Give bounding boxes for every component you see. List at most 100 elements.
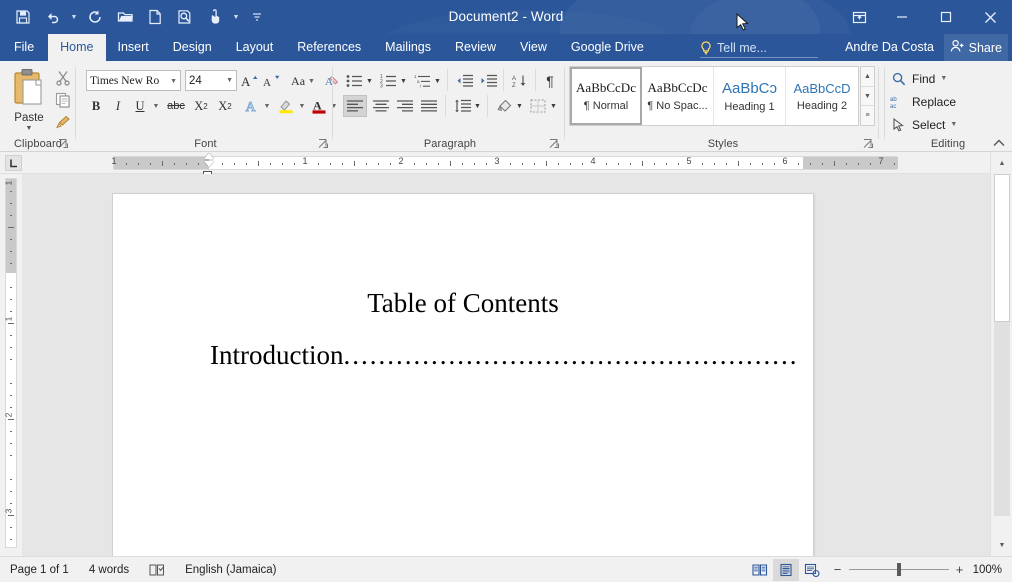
font-color-icon[interactable]: A (308, 95, 330, 117)
bold-icon[interactable]: B (86, 95, 106, 117)
subscript-icon[interactable]: X2 (190, 95, 212, 117)
underline-icon[interactable]: U (130, 95, 150, 117)
numbering-dropdown-icon[interactable]: ▼ (398, 70, 409, 92)
proofing-errors-icon[interactable] (139, 563, 175, 577)
paste-button[interactable]: Paste ▼ (6, 67, 52, 139)
show-formatting-marks-icon[interactable]: ¶ (539, 70, 561, 92)
first-line-indent-marker[interactable] (204, 153, 214, 159)
copy-icon[interactable] (52, 89, 74, 111)
web-layout-button[interactable] (799, 559, 825, 581)
font-size-combo[interactable]: 24 ▼ (185, 70, 237, 91)
restore-icon[interactable] (924, 0, 968, 34)
shading-dropdown-icon[interactable]: ▼ (514, 95, 525, 117)
tab-file[interactable]: File (0, 34, 49, 61)
tab-mailings[interactable]: Mailings (373, 34, 443, 61)
text-effects-dropdown-icon[interactable]: ▼ (261, 95, 273, 117)
text-effects-icon[interactable]: A (242, 95, 262, 117)
font-size-dropdown-icon[interactable]: ▼ (223, 77, 233, 84)
clipboard-dialog-launcher[interactable] (58, 138, 69, 149)
italic-icon[interactable]: I (108, 95, 128, 117)
decrease-indent-icon[interactable] (453, 70, 475, 92)
tab-view[interactable]: View (508, 34, 559, 61)
word-count[interactable]: 4 words (79, 564, 139, 576)
horizontal-ruler[interactable]: 1 1 2 3 4 5 6 7 (0, 152, 1012, 177)
style-item-heading-1[interactable]: AaBbCɔ Heading 1 (714, 67, 786, 125)
select-button[interactable]: Select ▼ (890, 113, 957, 136)
print-layout-button[interactable] (772, 558, 799, 581)
paste-dropdown-icon[interactable]: ▼ (26, 125, 33, 132)
paragraph-dialog-launcher[interactable] (549, 138, 560, 149)
cut-icon[interactable] (52, 67, 74, 89)
share-button[interactable]: Share (943, 34, 1008, 61)
change-case-icon[interactable]: Aa ▼ (288, 70, 318, 92)
minimize-icon[interactable] (880, 0, 924, 34)
styles-more-icon[interactable]: ≡ (861, 106, 874, 125)
read-mode-button[interactable] (747, 559, 773, 581)
style-item-heading-2[interactable]: AaBbCcD Heading 2 (786, 67, 858, 125)
language-indicator[interactable]: English (Jamaica) (175, 564, 286, 576)
zoom-slider[interactable]: − + (825, 562, 973, 577)
styles-scroll-up-icon[interactable]: ▲ (861, 67, 874, 87)
tab-references[interactable]: References (285, 34, 373, 61)
style-item-no-spacing[interactable]: AaBbCcDc ¶ No Spac... (642, 67, 714, 125)
styles-scroll-down-icon[interactable]: ▼ (861, 87, 874, 107)
align-center-icon[interactable] (369, 95, 393, 117)
replace-button[interactable]: ab ac Replace (890, 90, 956, 113)
tab-review[interactable]: Review (443, 34, 508, 61)
tab-insert[interactable]: Insert (106, 34, 161, 61)
grow-font-icon[interactable]: A (240, 70, 260, 92)
superscript-icon[interactable]: X2 (214, 95, 236, 117)
shading-icon[interactable] (493, 95, 515, 117)
zoom-handle[interactable] (896, 563, 901, 576)
tab-home[interactable]: Home (48, 34, 106, 61)
line-spacing-dropdown-icon[interactable]: ▼ (472, 95, 483, 117)
sort-icon[interactable]: AZ (509, 70, 531, 92)
find-button[interactable]: Find ▼ (890, 67, 947, 90)
bullets-dropdown-icon[interactable]: ▼ (364, 70, 375, 92)
find-dropdown-icon[interactable]: ▼ (940, 75, 947, 82)
document-page[interactable]: Table of Contents Introduction .........… (113, 194, 813, 556)
highlight-dropdown-icon[interactable]: ▼ (296, 95, 308, 117)
font-name-dropdown-icon[interactable]: ▼ (167, 77, 177, 85)
scroll-down-icon[interactable]: ▼ (994, 537, 1010, 553)
align-left-icon[interactable] (343, 95, 367, 117)
justify-icon[interactable] (417, 95, 441, 117)
text-highlight-color-icon[interactable] (275, 95, 297, 117)
account-name[interactable]: Andre Da Costa (845, 34, 934, 61)
select-dropdown-icon[interactable]: ▼ (950, 121, 957, 128)
zoom-level[interactable]: 100% (973, 564, 1012, 576)
strikethrough-icon[interactable]: abc (164, 95, 188, 117)
document-canvas[interactable]: Table of Contents Introduction .........… (22, 174, 990, 556)
left-tab-stop-icon[interactable] (5, 155, 22, 171)
font-dialog-launcher[interactable] (318, 138, 329, 149)
format-painter-icon[interactable] (52, 111, 74, 133)
borders-icon[interactable] (527, 95, 549, 117)
vertical-ruler-track[interactable]: 1 1 2 3 (5, 178, 17, 548)
font-name-combo[interactable]: Times New Ro ▼ (86, 70, 181, 91)
hanging-indent-marker[interactable] (204, 161, 214, 167)
zoom-in-button[interactable]: + (955, 562, 965, 577)
tab-design[interactable]: Design (161, 34, 224, 61)
collapse-ribbon-icon[interactable] (992, 136, 1006, 150)
scroll-up-icon[interactable]: ▲ (994, 155, 1010, 171)
align-right-icon[interactable] (393, 95, 417, 117)
line-spacing-icon[interactable] (451, 95, 473, 117)
numbering-icon[interactable]: 123 (377, 70, 399, 92)
zoom-out-button[interactable]: − (833, 562, 843, 577)
vertical-ruler[interactable]: 1 1 2 3 (0, 174, 22, 556)
styles-dialog-launcher[interactable] (863, 138, 874, 149)
style-item-normal[interactable]: AaBbCcDc ¶ Normal (570, 67, 642, 125)
increase-indent-icon[interactable] (477, 70, 499, 92)
vertical-scrollbar[interactable]: ▲ ▼ (990, 152, 1012, 556)
close-icon[interactable] (968, 0, 1012, 34)
scrollbar-track[interactable] (994, 322, 1010, 516)
ribbon-display-options-icon[interactable] (838, 0, 880, 34)
underline-dropdown-icon[interactable]: ▼ (150, 95, 162, 117)
page-indicator[interactable]: Page 1 of 1 (0, 564, 79, 576)
scrollbar-thumb[interactable] (994, 174, 1010, 322)
ruler-track[interactable]: 1 1 2 3 4 5 6 7 (111, 153, 898, 170)
borders-dropdown-icon[interactable]: ▼ (548, 95, 559, 117)
shrink-font-icon[interactable]: A (262, 70, 282, 92)
multilevel-list-icon[interactable]: 1ai (411, 70, 433, 92)
multilevel-dropdown-icon[interactable]: ▼ (432, 70, 443, 92)
